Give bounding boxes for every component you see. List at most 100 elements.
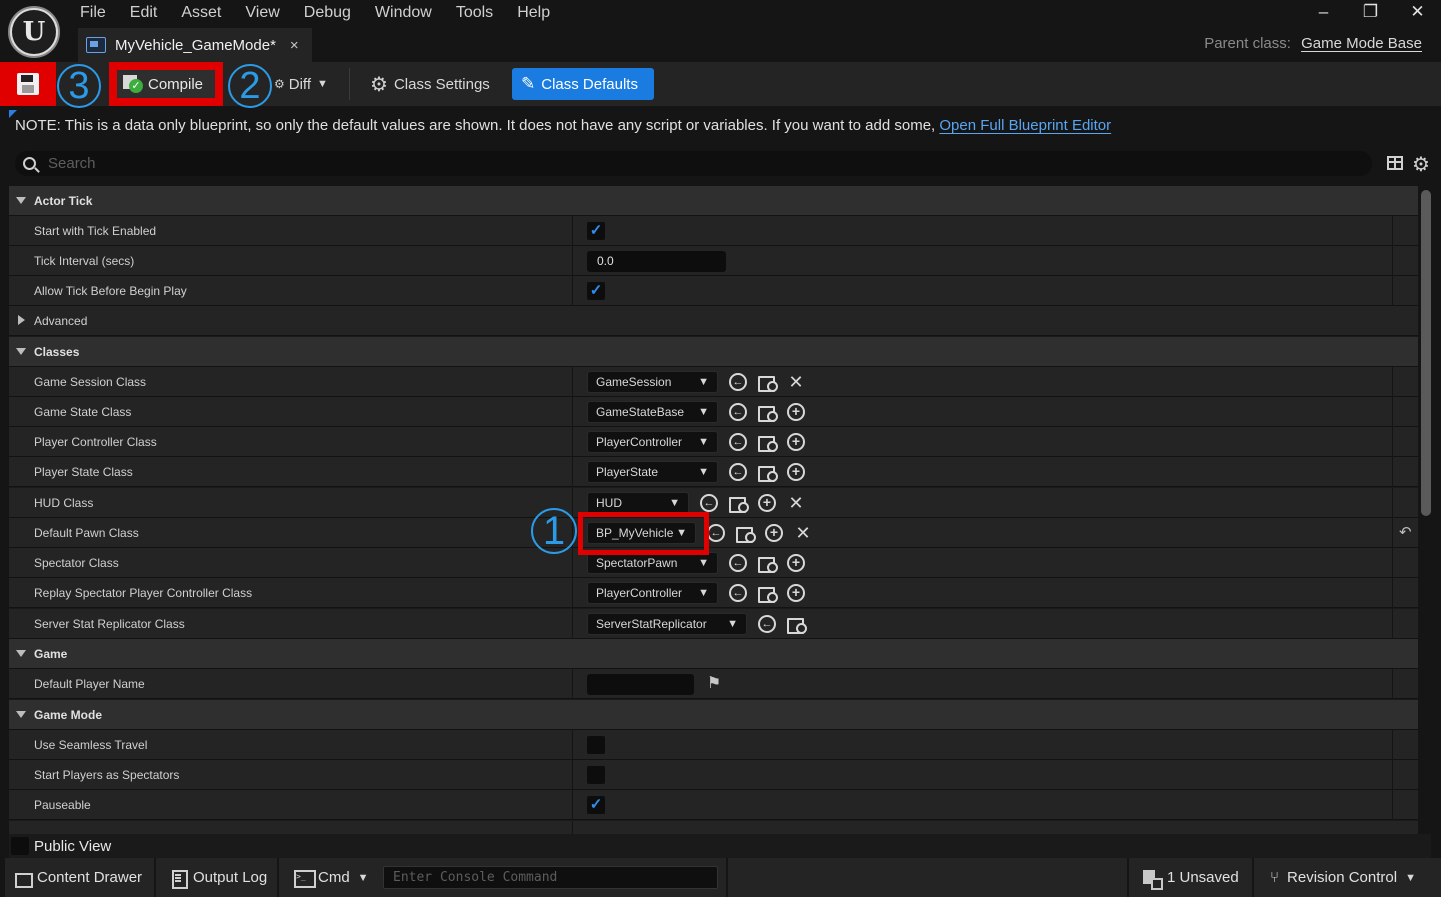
column-splitter[interactable] [572, 397, 573, 427]
column-splitter[interactable] [572, 216, 573, 246]
server-stat-class-dropdown[interactable]: ServerStatReplicator ▼ [587, 613, 747, 635]
save-button[interactable] [0, 62, 56, 106]
clear-icon[interactable]: ✕ [787, 373, 805, 391]
add-icon[interactable]: + [787, 554, 805, 572]
category-game-mode[interactable]: Game Mode [9, 700, 1418, 730]
close-window-button[interactable]: ✕ [1394, 0, 1441, 26]
use-selected-icon[interactable]: ← [729, 463, 747, 481]
use-seamless-travel-checkbox[interactable] [587, 736, 605, 754]
menu-tools[interactable]: Tools [444, 0, 505, 26]
menu-file[interactable]: File [68, 0, 118, 26]
game-session-class-dropdown[interactable]: GameSession ▼ [587, 371, 718, 393]
compile-button[interactable]: ✓ Compile [109, 62, 223, 106]
column-splitter[interactable] [572, 367, 573, 397]
asset-tab[interactable]: MyVehicle_GameMode* × [78, 28, 312, 62]
browse-icon[interactable] [758, 373, 778, 392]
default-player-name-field[interactable] [587, 673, 694, 695]
menu-debug[interactable]: Debug [292, 0, 363, 26]
column-splitter[interactable] [572, 578, 573, 608]
browse-icon[interactable] [758, 433, 778, 452]
tab-close-button[interactable]: × [290, 37, 299, 54]
search-input[interactable] [48, 155, 1048, 172]
browse-icon[interactable] [758, 463, 778, 482]
console-command-input[interactable] [383, 866, 718, 889]
revision-control-button[interactable]: ⑂ Revision Control ▼ [1270, 858, 1416, 897]
clear-icon[interactable]: ✕ [794, 524, 812, 542]
reset-icon[interactable]: ↶ [1399, 523, 1412, 541]
spectator-class-dropdown[interactable]: SpectatorPawn ▼ [587, 552, 718, 574]
unreal-logo-icon[interactable]: U [8, 6, 60, 58]
column-splitter[interactable] [572, 427, 573, 457]
add-icon[interactable]: + [765, 524, 783, 542]
player-controller-class-dropdown[interactable]: PlayerController ▼ [587, 431, 718, 453]
game-state-class-dropdown[interactable]: GameStateBase ▼ [587, 401, 718, 423]
allow-tick-before-begin-play-checkbox[interactable]: ✓ [587, 282, 605, 300]
hud-class-dropdown[interactable]: HUD ▼ [587, 492, 689, 514]
category-classes[interactable]: Classes [9, 337, 1418, 367]
add-icon[interactable]: + [787, 463, 805, 481]
column-splitter[interactable] [572, 609, 573, 639]
menu-view[interactable]: View [233, 0, 291, 26]
start-tick-enabled-checkbox[interactable]: ✓ [587, 222, 605, 240]
pauseable-checkbox[interactable]: ✓ [587, 796, 605, 814]
class-defaults-button[interactable]: ✎ Class Defaults [512, 68, 654, 100]
start-players-as-spectators-checkbox[interactable] [587, 766, 605, 784]
use-selected-icon[interactable]: ← [729, 373, 747, 391]
column-splitter[interactable] [572, 730, 573, 760]
diff-button[interactable]: ⚙ Diff ▼ [274, 62, 328, 106]
use-selected-icon[interactable]: ← [729, 554, 747, 572]
column-splitter[interactable] [572, 821, 573, 834]
use-selected-icon[interactable]: ← [729, 403, 747, 421]
menu-help[interactable]: Help [505, 0, 562, 26]
parent-class-link[interactable]: Game Mode Base [1301, 35, 1422, 52]
public-view-toggle[interactable]: Public View [9, 834, 1431, 858]
add-icon[interactable]: + [758, 494, 776, 512]
menu-asset[interactable]: Asset [169, 0, 233, 26]
browse-icon[interactable] [758, 584, 778, 603]
browse-icon[interactable] [729, 494, 749, 513]
unsaved-button[interactable]: 1 Unsaved [1143, 858, 1239, 897]
content-drawer-button[interactable]: Content Drawer [15, 858, 142, 897]
cmd-dropdown[interactable]: Cmd ▼ [294, 858, 369, 897]
replay-spectator-class-dropdown[interactable]: PlayerController ▼ [587, 582, 718, 604]
add-icon[interactable]: + [787, 584, 805, 602]
column-splitter[interactable] [572, 548, 573, 578]
column-splitter[interactable] [572, 276, 573, 306]
use-selected-icon[interactable]: ← [707, 524, 725, 542]
use-selected-icon[interactable]: ← [729, 584, 747, 602]
property-label: Tick Interval (secs) [34, 254, 135, 268]
open-full-editor-link[interactable]: Open Full Blueprint Editor [939, 117, 1111, 134]
column-splitter[interactable] [572, 246, 573, 276]
flag-icon[interactable]: ⚑ [705, 675, 723, 693]
browse-icon[interactable] [787, 615, 807, 634]
column-splitter[interactable] [572, 457, 573, 487]
category-actor-tick[interactable]: Actor Tick [9, 186, 1418, 216]
add-icon[interactable]: + [787, 403, 805, 421]
player-state-class-dropdown[interactable]: PlayerState ▼ [587, 461, 718, 483]
use-selected-icon[interactable]: ← [700, 494, 718, 512]
table-view-icon[interactable] [1387, 156, 1403, 170]
column-splitter[interactable] [572, 488, 573, 518]
minimize-button[interactable]: – [1300, 0, 1347, 26]
class-settings-button[interactable]: ⚙ Class Settings [370, 62, 490, 106]
use-selected-icon[interactable]: ← [729, 433, 747, 451]
restore-button[interactable]: ❐ [1347, 0, 1394, 26]
output-log-button[interactable]: Output Log [171, 858, 267, 897]
browse-icon[interactable] [758, 554, 778, 573]
menu-edit[interactable]: Edit [118, 0, 170, 26]
column-splitter[interactable] [572, 760, 573, 790]
clear-icon[interactable]: ✕ [787, 494, 805, 512]
vertical-scrollbar[interactable] [1421, 190, 1431, 516]
tick-interval-field[interactable]: 0.0 [587, 250, 726, 272]
browse-icon[interactable] [758, 403, 778, 422]
column-splitter[interactable] [572, 669, 573, 699]
browse-icon[interactable] [736, 524, 756, 543]
category-game[interactable]: Game [9, 639, 1418, 669]
column-splitter[interactable] [572, 790, 573, 820]
advanced-row[interactable]: Advanced [9, 306, 1418, 336]
settings-icon[interactable]: ⚙ [1412, 152, 1430, 177]
add-icon[interactable]: + [787, 433, 805, 451]
menu-window[interactable]: Window [363, 0, 444, 26]
public-view-checkbox[interactable] [11, 837, 29, 855]
use-selected-icon[interactable]: ← [758, 615, 776, 633]
